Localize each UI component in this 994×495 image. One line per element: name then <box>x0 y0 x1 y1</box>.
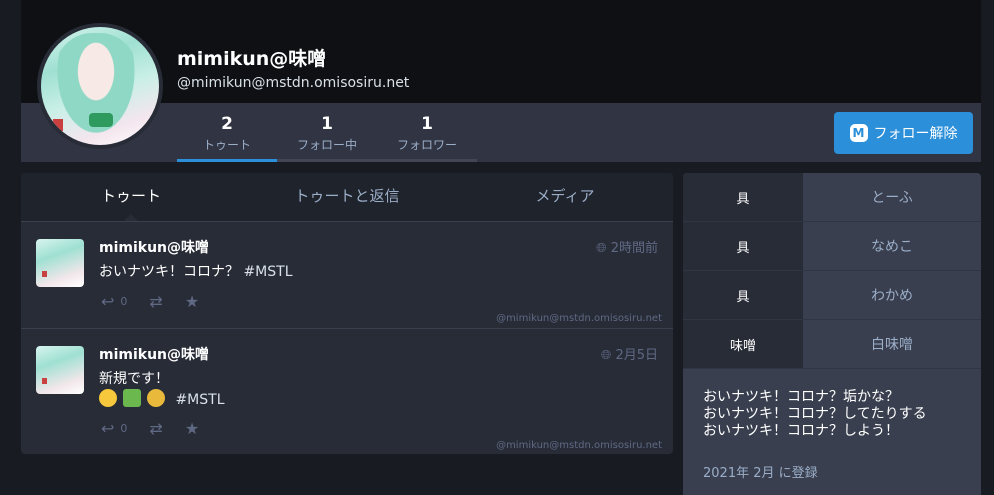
following-count: 1 <box>321 114 333 134</box>
reply-count: 0 <box>120 295 128 308</box>
status-author-name[interactable]: mimikun@味噌 <box>99 237 209 257</box>
status-timestamp[interactable]: 🌐︎ 2時間前 <box>596 237 658 256</box>
profile-avatar[interactable] <box>37 23 163 149</box>
reply-count: 0 <box>120 422 128 435</box>
joined-date: 2021年 2月 に登録 <box>703 466 818 481</box>
field-name: 具 <box>683 173 803 221</box>
followers-count: 1 <box>421 114 433 134</box>
profile-bio: おいナツキ！コロナ？垢かな？ おいナツキ！コロナ？してたりする おいナツキ！コロ… <box>703 389 927 440</box>
profile-sidebar: 具 とーふ 具 なめこ 具 わかめ 味噌 白味噌 おいナツキ！コロナ？垢かな？ … <box>683 173 981 495</box>
field-value: わかめ <box>871 288 913 304</box>
status-time-text: 2月5日 <box>615 348 658 363</box>
timeline-panel: トゥート トゥートと返信 メディア mimikun@味噌 🌐︎ 2時間前 おいナ… <box>21 173 673 454</box>
status-account-handle: @mimikun@mstdn.omisosiru.net <box>496 313 662 324</box>
avatar-stamp <box>53 119 63 131</box>
status-item[interactable]: mimikun@味噌 🌐︎ 2月5日 新規です！ #MSTL ↩ 0 ⇄ ★ @… <box>21 328 673 451</box>
star-icon: ★ <box>184 292 200 311</box>
boost-button[interactable]: ⇄ <box>149 292 162 311</box>
status-text: おいナツキ！コロナ？ <box>99 264 239 280</box>
toots-count: 2 <box>221 114 233 134</box>
status-avatar[interactable] <box>36 346 84 394</box>
reply-button[interactable]: ↩ 0 <box>101 292 127 311</box>
tab-indicator <box>377 159 477 162</box>
hashtag-link[interactable]: #MSTL <box>175 392 224 408</box>
status-actions: ↩ 0 ⇄ ★ <box>101 292 221 311</box>
status-time-text: 2時間前 <box>610 241 658 256</box>
bio-line: おいナツキ！コロナ？しよう！ <box>703 423 899 439</box>
status-timestamp[interactable]: 🌐︎ 2月5日 <box>601 344 658 363</box>
ear-emoji-icon <box>147 389 165 407</box>
star-icon: ★ <box>184 419 200 438</box>
profile-display-name: mimikun@味噌 <box>177 48 327 70</box>
toots-label: トゥート <box>202 138 251 152</box>
profile-field: 具 なめこ <box>683 222 981 271</box>
tab-indicator <box>177 159 277 162</box>
globe-icon: 🌐︎ <box>596 241 607 256</box>
tab-media[interactable]: メディア <box>455 173 673 221</box>
hashtag-link[interactable]: #MSTL <box>243 264 292 280</box>
status-text: 新規です！ <box>99 371 169 387</box>
tab-following-count[interactable]: 1 フォロー中 <box>277 111 377 162</box>
status-actions: ↩ 0 ⇄ ★ <box>101 419 221 438</box>
followers-label: フォロワー <box>396 138 457 152</box>
tab-toots-and-replies[interactable]: トゥートと返信 <box>237 173 457 221</box>
tab-followers-count[interactable]: 1 フォロワー <box>377 111 477 162</box>
tab-toots[interactable]: トゥート <box>21 173 241 222</box>
status-content: おいナツキ！コロナ？ #MSTL <box>99 262 293 282</box>
profile-field: 具 わかめ <box>683 271 981 320</box>
status-avatar[interactable] <box>36 239 84 287</box>
scream-emoji-icon <box>99 389 117 407</box>
favourite-button[interactable]: ★ <box>185 292 199 311</box>
favourite-button[interactable]: ★ <box>185 419 199 438</box>
field-name: 具 <box>683 222 803 270</box>
status-author-name[interactable]: mimikun@味噌 <box>99 344 209 364</box>
following-label: フォロー中 <box>296 138 357 152</box>
profile-account-handle: @mimikun@mstdn.omisosiru.net <box>177 75 410 91</box>
unfollow-button-label: フォロー解除 <box>873 126 958 142</box>
bio-line: おいナツキ！コロナ？してたりする <box>703 406 927 422</box>
avatar-artwork-detail <box>89 113 113 127</box>
field-name: 具 <box>683 271 803 319</box>
mastodon-icon: M <box>849 124 868 142</box>
reply-icon: ↩ <box>101 292 115 311</box>
unfollow-button[interactable]: M フォロー解除 <box>834 112 973 154</box>
timeline-tabs: トゥート トゥートと返信 メディア <box>21 173 673 222</box>
boost-icon: ⇄ <box>149 419 163 438</box>
status-item[interactable]: mimikun@味噌 🌐︎ 2時間前 おいナツキ！コロナ？ #MSTL ↩ 0 … <box>21 221 673 328</box>
tab-indicator <box>277 159 377 162</box>
profile-field: 具 とーふ <box>683 173 981 222</box>
globe-icon: 🌐︎ <box>600 348 612 363</box>
status-content: 新規です！ #MSTL <box>99 369 225 410</box>
reply-icon: ↩ <box>101 419 115 438</box>
profile-field: 味噌 白味噌 <box>683 320 981 369</box>
status-account-handle: @mimikun@mstdn.omisosiru.net <box>496 440 662 451</box>
field-value: 白味噌 <box>871 337 913 353</box>
tab-toots-count[interactable]: 2 トゥート <box>177 111 277 162</box>
boost-button[interactable]: ⇄ <box>149 419 162 438</box>
field-name: 味噌 <box>683 320 803 368</box>
boost-icon: ⇄ <box>149 292 163 311</box>
field-value: なめこ <box>871 239 913 255</box>
field-value: とーふ <box>871 190 913 206</box>
reply-button[interactable]: ↩ 0 <box>101 419 127 438</box>
profile-header-background <box>21 0 981 103</box>
gun-emoji-icon <box>123 389 141 407</box>
bio-line: おいナツキ！コロナ？垢かな？ <box>703 389 899 405</box>
